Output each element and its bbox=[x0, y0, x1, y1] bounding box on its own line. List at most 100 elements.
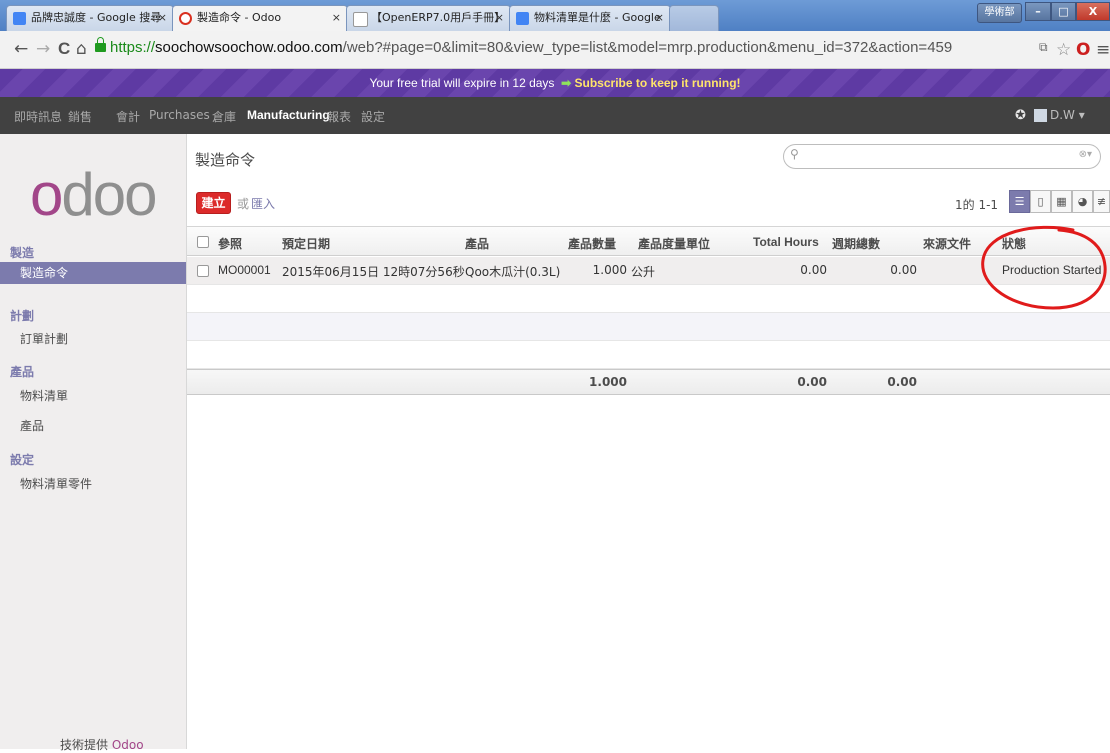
cell-qty: 1.000 bbox=[592, 263, 627, 277]
odoo-icon bbox=[179, 12, 192, 25]
browser-tab-openerp-manual[interactable]: 【OpenERP7.0用戶手冊】 × bbox=[346, 5, 511, 31]
column-reference[interactable]: 參照 bbox=[218, 235, 242, 252]
back-button[interactable]: ← bbox=[14, 39, 28, 59]
lock-icon bbox=[95, 37, 106, 52]
chat-icon[interactable]: ✪ bbox=[1015, 108, 1026, 123]
url-field[interactable]: https://soochowsoochow.odoo.com/web?#pag… bbox=[110, 39, 952, 56]
sidebar-item-order-planning[interactable]: 訂單計劃 bbox=[20, 330, 68, 347]
browser-tab-odoo[interactable]: 製造命令 - Odoo × bbox=[172, 5, 348, 32]
close-window-button[interactable]: X bbox=[1076, 2, 1110, 21]
cell-uom: 公升 bbox=[631, 265, 656, 279]
cell-date: 2015年06月15日 12時07分56秒 bbox=[282, 265, 465, 279]
minimize-button[interactable]: – bbox=[1025, 2, 1051, 21]
select-all-checkbox[interactable] bbox=[197, 236, 209, 248]
column-product-qty[interactable]: 產品數量 bbox=[568, 235, 616, 252]
menu-item-purchases[interactable]: Purchases bbox=[149, 108, 210, 122]
address-bar-area: ← → C ⌂ https://soochowsoochow.odoo.com/… bbox=[0, 31, 1110, 69]
column-source[interactable]: 來源文件 bbox=[923, 235, 971, 252]
empty-row bbox=[187, 341, 1110, 369]
sidebar-item-bom[interactable]: 物料清單 bbox=[20, 387, 68, 404]
powered-by-label: 技術提供 bbox=[60, 738, 109, 752]
page-title: 製造命令 bbox=[195, 151, 256, 169]
window-user-badge: 學術部 bbox=[977, 3, 1022, 23]
table-footer-totals: 1.000 0.00 0.00 bbox=[187, 369, 1110, 395]
cell-cycles: 0.00 bbox=[890, 263, 917, 277]
powered-by-link[interactable]: Odoo bbox=[112, 738, 144, 752]
user-menu[interactable]: D.W ▾ bbox=[1050, 108, 1085, 122]
google-icon bbox=[13, 12, 26, 25]
sidebar-section-configuration: 設定 bbox=[10, 453, 35, 467]
row-checkbox[interactable] bbox=[197, 265, 209, 277]
annotation-circle bbox=[981, 225, 1107, 310]
menu-item-sales[interactable]: 銷售 bbox=[68, 108, 92, 125]
menu-icon[interactable]: ≡ bbox=[1096, 40, 1110, 60]
close-icon[interactable]: × bbox=[495, 6, 504, 30]
arrow-right-icon: ➡ bbox=[561, 76, 572, 90]
browser-tab-google-brand[interactable]: 品牌忠誠度 - Google 搜尋 × bbox=[6, 5, 174, 31]
menu-item-warehouse[interactable]: 倉庫 bbox=[212, 108, 236, 125]
form-view-icon[interactable]: ▯ bbox=[1030, 190, 1051, 213]
trial-banner: Your free trial will expire in 12 days ➡… bbox=[0, 69, 1110, 97]
calendar-view-icon[interactable]: ▦ bbox=[1051, 190, 1072, 213]
pager[interactable]: 1的 1-1 bbox=[955, 196, 998, 213]
close-icon[interactable]: × bbox=[158, 6, 167, 30]
search-options-icon[interactable]: ⊗▾ bbox=[1079, 149, 1092, 160]
opera-extension-icon[interactable]: O bbox=[1076, 40, 1090, 60]
create-button[interactable]: 建立 bbox=[196, 192, 231, 214]
avatar[interactable] bbox=[1034, 109, 1047, 122]
total-hours: 0.00 bbox=[797, 375, 827, 389]
search-icon: ⚲ bbox=[790, 147, 799, 161]
sidebar-item-products[interactable]: 產品 bbox=[20, 417, 44, 434]
column-total-hours[interactable]: Total Hours bbox=[753, 235, 819, 249]
column-product[interactable]: 產品 bbox=[465, 235, 489, 252]
cell-product: Qoo木瓜汁(0.3L) bbox=[465, 265, 561, 279]
tab-label: 物料清單是什麼 - Google bbox=[534, 11, 661, 24]
bookmark-star-icon[interactable]: ☆ bbox=[1056, 40, 1071, 60]
top-menu-bar: 即時訊息 銷售 會計 Purchases 倉庫 Manufacturing 報表… bbox=[0, 97, 1110, 134]
url-host: soochowsoochow.odoo.com bbox=[155, 39, 343, 56]
column-scheduled-date[interactable]: 預定日期 bbox=[282, 235, 330, 252]
graph-view-icon[interactable]: ◕ bbox=[1072, 190, 1093, 213]
cell-total-hours: 0.00 bbox=[800, 263, 827, 277]
column-uom[interactable]: 產品度量單位 bbox=[638, 235, 710, 252]
sidebar-section-products: 產品 bbox=[10, 365, 35, 379]
url-path: /web?#page=0&limit=80&view_type=list&mod… bbox=[342, 39, 953, 56]
maximize-button[interactable]: □ bbox=[1051, 2, 1076, 21]
list-view-icon[interactable]: ☰ bbox=[1009, 190, 1030, 213]
menu-item-manufacturing[interactable]: Manufacturing bbox=[247, 108, 330, 122]
empty-row bbox=[187, 285, 1110, 313]
gantt-view-icon[interactable]: ≢ bbox=[1093, 190, 1110, 213]
search-input[interactable]: ⚲ ⊗▾ bbox=[783, 144, 1101, 169]
tab-label: 【OpenERP7.0用戶手冊】 bbox=[371, 11, 506, 24]
cell-reference: MO00001 bbox=[218, 263, 271, 277]
translate-icon[interactable]: ⧉ bbox=[1039, 40, 1048, 55]
menu-item-reporting[interactable]: 報表 bbox=[327, 108, 351, 125]
reload-button[interactable]: C bbox=[58, 39, 70, 59]
menu-item-accounting[interactable]: 會計 bbox=[116, 108, 140, 125]
home-button[interactable]: ⌂ bbox=[76, 39, 87, 59]
sidebar-section-manufacturing: 製造 bbox=[10, 246, 35, 260]
column-cycles[interactable]: 週期總數 bbox=[832, 235, 880, 252]
subscribe-link[interactable]: Subscribe to keep it running! bbox=[575, 76, 741, 90]
or-text: 或 bbox=[237, 197, 250, 211]
close-icon[interactable]: × bbox=[655, 6, 664, 30]
import-link[interactable]: 匯入 bbox=[251, 195, 275, 212]
close-icon[interactable]: × bbox=[332, 6, 341, 30]
new-tab-button[interactable] bbox=[669, 5, 719, 31]
menu-item-settings[interactable]: 設定 bbox=[361, 108, 385, 125]
forward-button[interactable]: → bbox=[36, 39, 50, 59]
browser-tab-bar: 品牌忠誠度 - Google 搜尋 × 製造命令 - Odoo × 【OpenE… bbox=[0, 0, 1110, 32]
table-row[interactable]: MO00001 2015年06月15日 12時07分56秒 Qoo木瓜汁(0.3… bbox=[187, 257, 1110, 285]
sidebar-item-bom-lines[interactable]: 物料清單零件 bbox=[20, 475, 92, 492]
odoo-logo[interactable]: odoo bbox=[30, 160, 157, 229]
page-icon bbox=[353, 12, 368, 27]
sidebar-section-planning: 計劃 bbox=[10, 309, 35, 323]
menu-item-messaging[interactable]: 即時訊息 bbox=[14, 108, 62, 125]
total-cycles: 0.00 bbox=[887, 375, 917, 389]
total-qty: 1.000 bbox=[589, 375, 627, 389]
sidebar-item-manufacturing-orders[interactable]: 製造命令 bbox=[0, 262, 186, 284]
sidebar: odoo 製造 製造命令 計劃 訂單計劃 產品 物料清單 產品 設定 物料清單零… bbox=[0, 134, 187, 752]
trial-text: Your free trial will expire in 12 days bbox=[369, 76, 555, 90]
table-header: 參照 預定日期 產品 產品數量 產品度量單位 Total Hours 週期總數 … bbox=[187, 226, 1110, 256]
browser-tab-google-bom[interactable]: 物料清單是什麼 - Google × bbox=[509, 5, 671, 31]
